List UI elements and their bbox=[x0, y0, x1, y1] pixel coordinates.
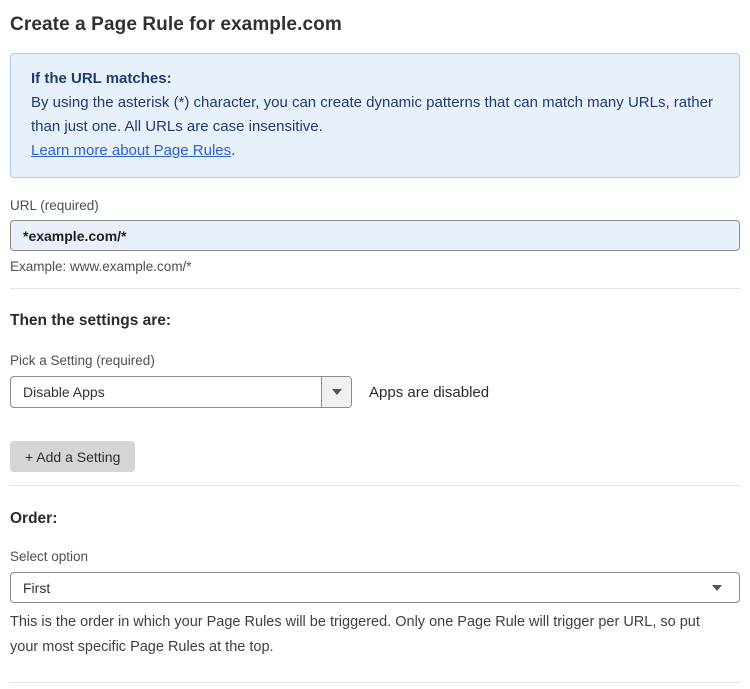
setting-select-value: Disable Apps bbox=[23, 384, 105, 400]
url-input[interactable] bbox=[10, 220, 740, 251]
setting-select-arrow-button[interactable] bbox=[321, 377, 351, 407]
create-page-rule-form: Create a Page Rule for example.com If th… bbox=[0, 0, 750, 689]
setting-row: Disable Apps Apps are disabled bbox=[10, 376, 740, 408]
setting-picker-label: Pick a Setting (required) bbox=[10, 353, 155, 368]
info-box-heading: If the URL matches: bbox=[31, 70, 172, 87]
order-select[interactable]: First bbox=[10, 572, 740, 603]
order-section-heading: Order: bbox=[10, 510, 58, 527]
divider bbox=[10, 485, 740, 486]
chevron-down-icon bbox=[331, 389, 342, 395]
setting-select[interactable]: Disable Apps bbox=[10, 376, 352, 408]
order-select-label: Select option bbox=[10, 549, 89, 564]
order-select-value: First bbox=[23, 579, 51, 596]
info-box-body: By using the asterisk (*) character, you… bbox=[31, 94, 713, 135]
settings-section-heading: Then the settings are: bbox=[10, 312, 172, 329]
learn-more-link[interactable]: Learn more about Page Rules bbox=[31, 142, 231, 159]
divider bbox=[10, 288, 740, 289]
link-suffix: . bbox=[231, 142, 236, 159]
setting-status-text: Apps are disabled bbox=[369, 383, 490, 401]
add-setting-button[interactable]: + Add a Setting bbox=[10, 441, 136, 472]
chevron-down-icon bbox=[712, 584, 722, 591]
url-field-label: URL (required) bbox=[10, 198, 99, 213]
url-match-info-box: If the URL matches: By using the asteris… bbox=[10, 53, 740, 178]
url-example-helper: Example: www.example.com/* bbox=[10, 259, 192, 274]
page-title: Create a Page Rule for example.com bbox=[10, 14, 342, 35]
divider bbox=[10, 682, 740, 683]
order-helper-text: This is the order in which your Page Rul… bbox=[10, 614, 700, 655]
